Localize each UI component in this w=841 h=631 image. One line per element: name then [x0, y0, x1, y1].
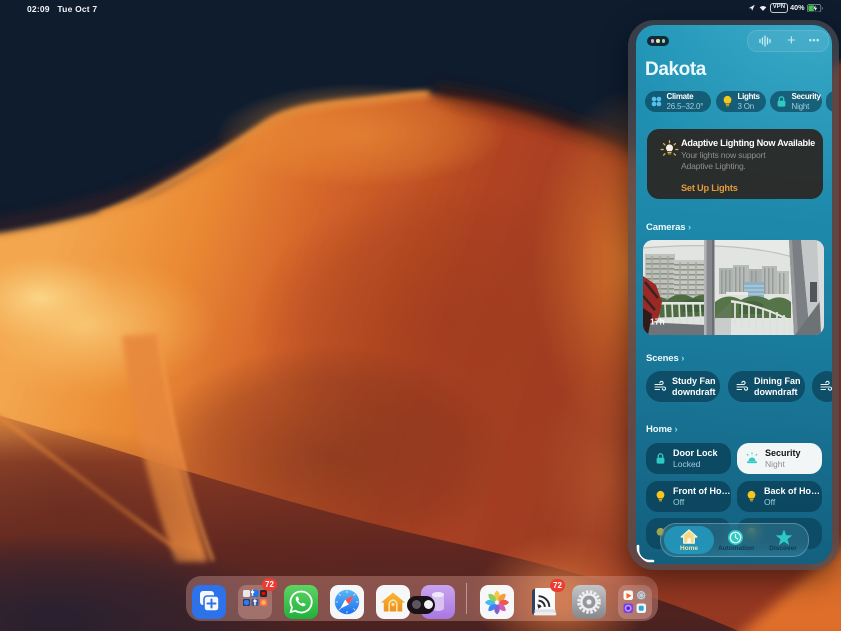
- svg-text:17h: 17h: [650, 317, 665, 327]
